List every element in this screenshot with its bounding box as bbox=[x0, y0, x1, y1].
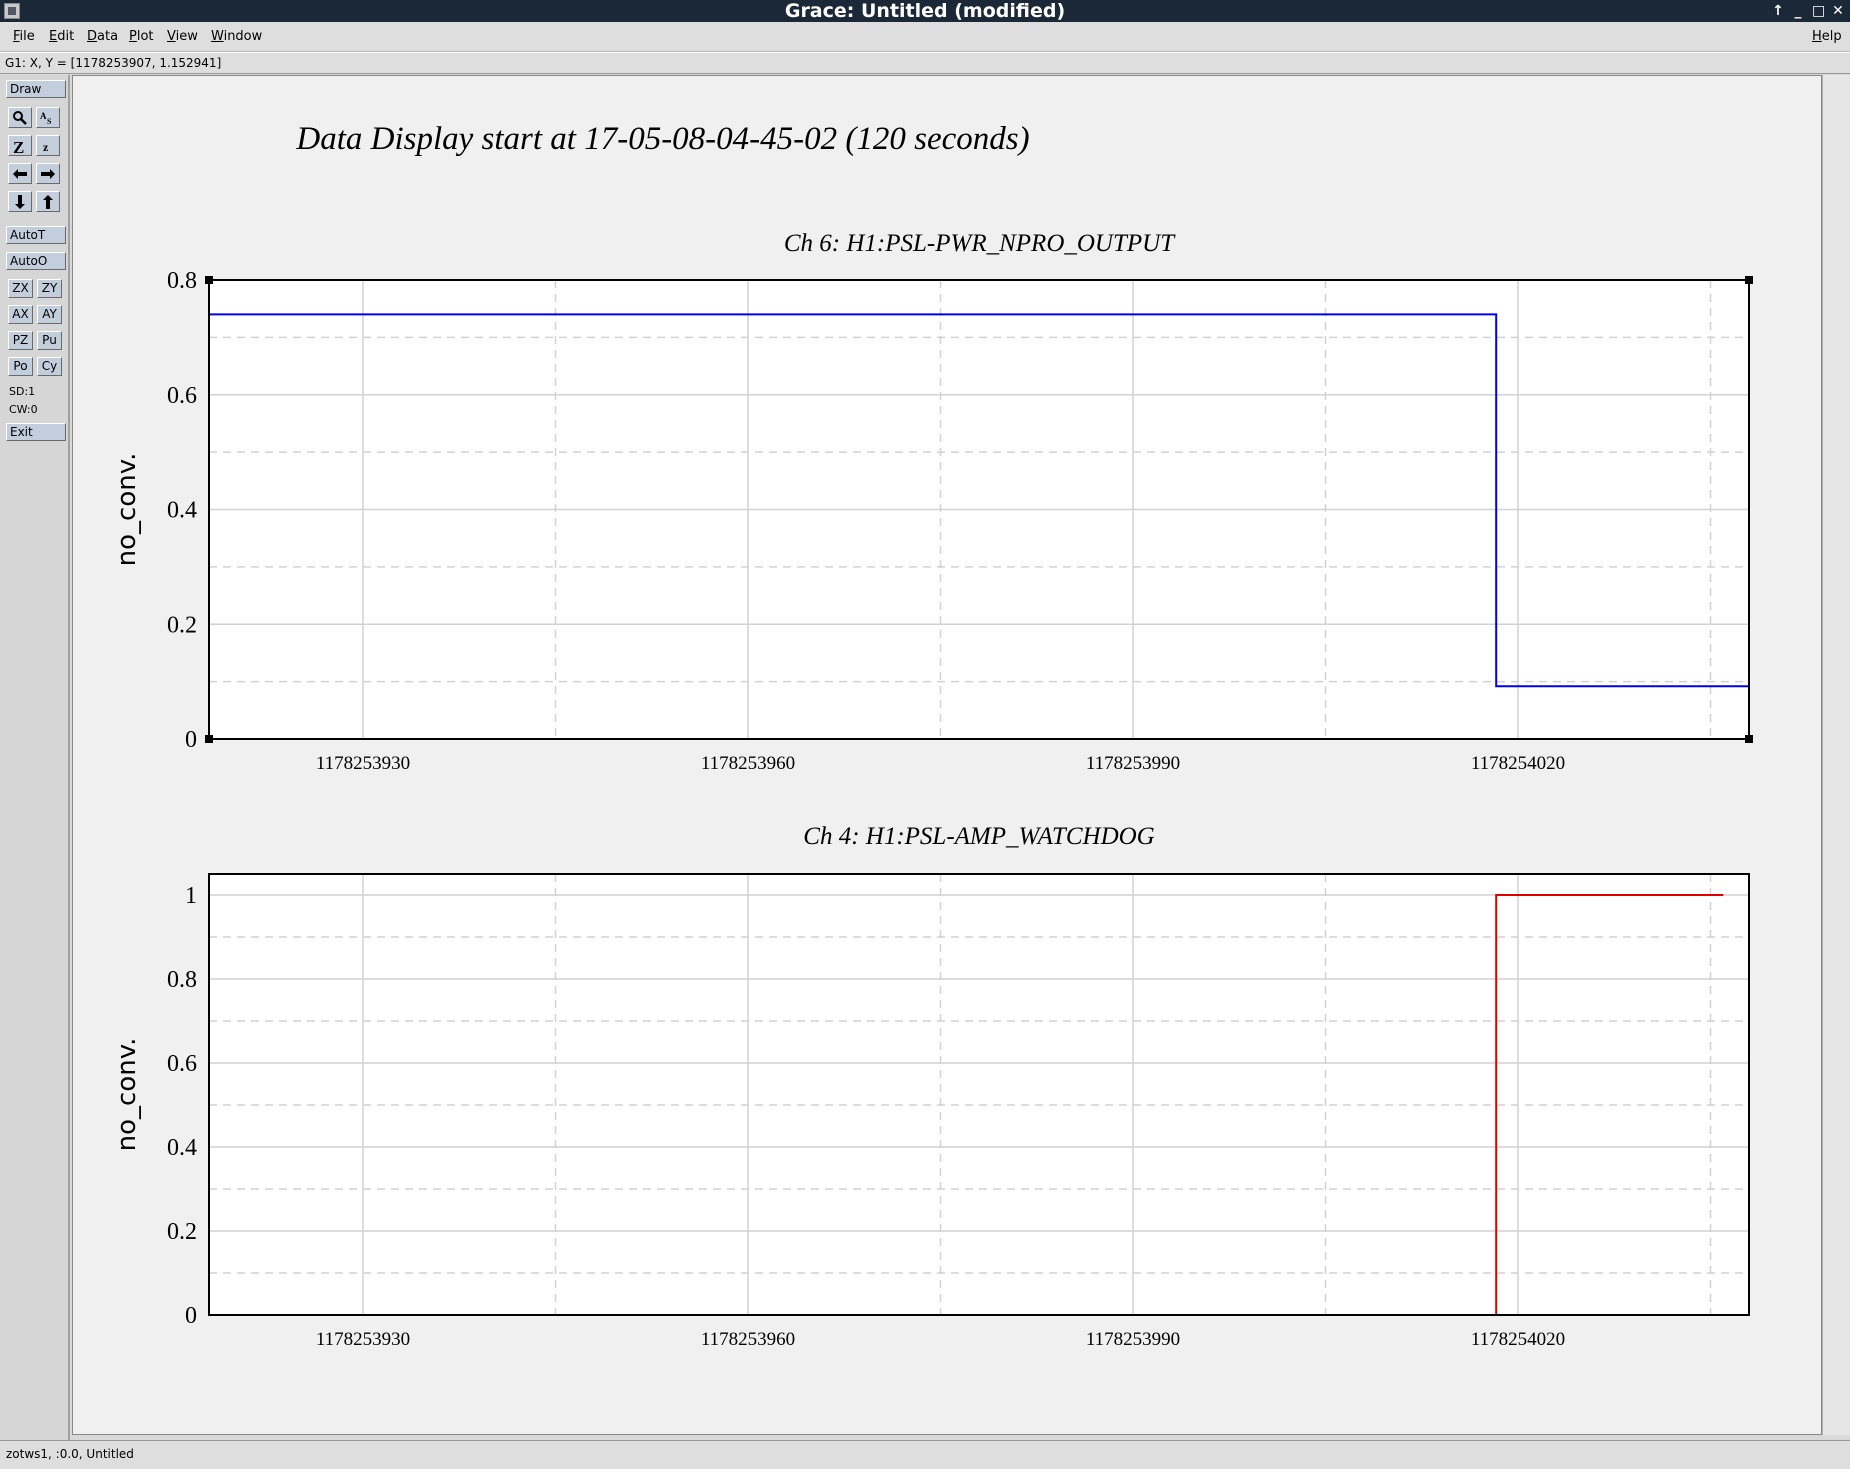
zoom-in-icon[interactable]: Z bbox=[8, 135, 32, 156]
autoscale-y-button[interactable]: AY bbox=[37, 305, 62, 324]
raise-window-button[interactable]: ↑ bbox=[1772, 0, 1784, 22]
minimize-button[interactable]: _ bbox=[1792, 0, 1804, 22]
zoom-x-button[interactable]: ZX bbox=[8, 279, 33, 298]
plot-canvas[interactable]: Data Display start at 17-05-08-04-45-02 … bbox=[72, 75, 1822, 1435]
x-tick-label: 1178253930 bbox=[316, 753, 410, 774]
current-world-label: CW:0 bbox=[9, 403, 38, 416]
arrow-left-icon[interactable] bbox=[8, 163, 32, 184]
selection-handle[interactable] bbox=[1745, 276, 1753, 284]
y-axis-label: no_conv. bbox=[112, 1038, 142, 1152]
x-tick-label: 1178254020 bbox=[1471, 753, 1565, 774]
cycle-button[interactable]: Cy bbox=[37, 357, 62, 376]
menu-data[interactable]: Data bbox=[87, 29, 118, 44]
menu-edit[interactable]: Edit bbox=[49, 29, 74, 44]
svg-text:z: z bbox=[43, 140, 49, 154]
arrow-up-icon[interactable] bbox=[36, 191, 60, 212]
y-tick-label: 0.8 bbox=[167, 967, 197, 993]
graph-title: Ch 6: H1:PSL-PWR_NPRO_OUTPUT bbox=[784, 230, 1176, 257]
x-tick-label: 1178254020 bbox=[1471, 1329, 1565, 1350]
y-tick-label: 0 bbox=[185, 1303, 197, 1329]
x-tick-label: 1178253930 bbox=[316, 1329, 410, 1350]
svg-text:A: A bbox=[40, 111, 47, 121]
svg-text:S: S bbox=[47, 117, 52, 126]
y-tick-label: 0.2 bbox=[167, 612, 197, 638]
y-tick-label: 0.6 bbox=[167, 383, 197, 409]
exit-button[interactable]: Exit bbox=[6, 423, 66, 441]
arrow-down-icon[interactable] bbox=[8, 191, 32, 212]
y-tick-label: 1 bbox=[185, 883, 197, 909]
text-icon[interactable]: AS bbox=[36, 107, 60, 128]
window-title: Grace: Untitled (modified) bbox=[784, 0, 1066, 22]
x-tick-label: 1178253990 bbox=[1086, 1329, 1180, 1350]
menu-file[interactable]: File bbox=[13, 29, 35, 44]
draw-button[interactable]: Draw bbox=[6, 80, 66, 98]
close-button[interactable]: ✕ bbox=[1832, 0, 1844, 22]
svg-text:Z: Z bbox=[13, 138, 24, 154]
plot-svg: Data Display start at 17-05-08-04-45-02 … bbox=[73, 76, 1821, 1434]
zoom-out-icon[interactable]: z bbox=[36, 135, 60, 156]
y-tick-label: 0.4 bbox=[167, 1135, 197, 1161]
autoscale-button[interactable]: AutoT bbox=[6, 226, 66, 244]
arrow-right-icon[interactable] bbox=[36, 163, 60, 184]
y-tick-label: 0.4 bbox=[167, 498, 197, 524]
vertical-scrollbar[interactable] bbox=[1822, 75, 1850, 1435]
tool-panel: Draw AS Z z AutoT AutoO ZX ZY AX AY PZ P… bbox=[0, 75, 70, 1440]
display-status: zotws1, :0.0, Untitled bbox=[0, 1440, 1850, 1469]
x-tick-label: 1178253960 bbox=[701, 1329, 795, 1350]
graph-1[interactable]: 1178253930 1178253960 1178253990 1178254020… bbox=[112, 823, 1750, 1350]
y-tick-label: 0.8 bbox=[167, 268, 197, 294]
menu-plot[interactable]: Plot bbox=[129, 29, 154, 44]
graph-title: Ch 4: H1:PSL-AMP_WATCHDOG bbox=[803, 823, 1154, 850]
y-tick-label: 0.2 bbox=[167, 1219, 197, 1245]
x-tick-label: 1178253960 bbox=[701, 753, 795, 774]
graph-0[interactable]: 1178253930 1178253960 1178253990 1178254020… bbox=[112, 230, 1753, 774]
x-tick-label: 1178253990 bbox=[1086, 753, 1180, 774]
autoscale-on-button[interactable]: AutoO bbox=[6, 252, 66, 270]
menu-bar: File Edit Data Plot View Window Help bbox=[0, 22, 1850, 52]
selection-handle[interactable] bbox=[1745, 735, 1753, 743]
menu-view[interactable]: View bbox=[167, 29, 198, 44]
push-button[interactable]: Pu bbox=[37, 331, 62, 350]
autoscale-x-button[interactable]: AX bbox=[8, 305, 33, 324]
menu-help[interactable]: Help bbox=[1812, 29, 1842, 44]
zoom-icon[interactable] bbox=[8, 107, 32, 128]
y-tick-label: 0.6 bbox=[167, 1051, 197, 1077]
push-zoom-button[interactable]: PZ bbox=[8, 331, 33, 350]
main-plot-title: Data Display start at 17-05-08-04-45-02 … bbox=[295, 121, 1029, 157]
pop-button[interactable]: Po bbox=[8, 357, 33, 376]
stack-depth-label: SD:1 bbox=[9, 385, 36, 398]
locator-display: G1: X, Y = [1178253907, 1.152941] bbox=[0, 52, 1850, 74]
selection-handle[interactable] bbox=[205, 276, 213, 284]
title-bar: Grace: Untitled (modified) ↑ _ □ ✕ bbox=[0, 0, 1850, 22]
zoom-y-button[interactable]: ZY bbox=[37, 279, 62, 298]
selection-handle[interactable] bbox=[205, 735, 213, 743]
y-tick-label: 0 bbox=[185, 727, 197, 753]
y-axis-label: no_conv. bbox=[112, 453, 142, 567]
menu-window[interactable]: Window bbox=[211, 29, 262, 44]
maximize-button[interactable]: □ bbox=[1812, 0, 1825, 22]
